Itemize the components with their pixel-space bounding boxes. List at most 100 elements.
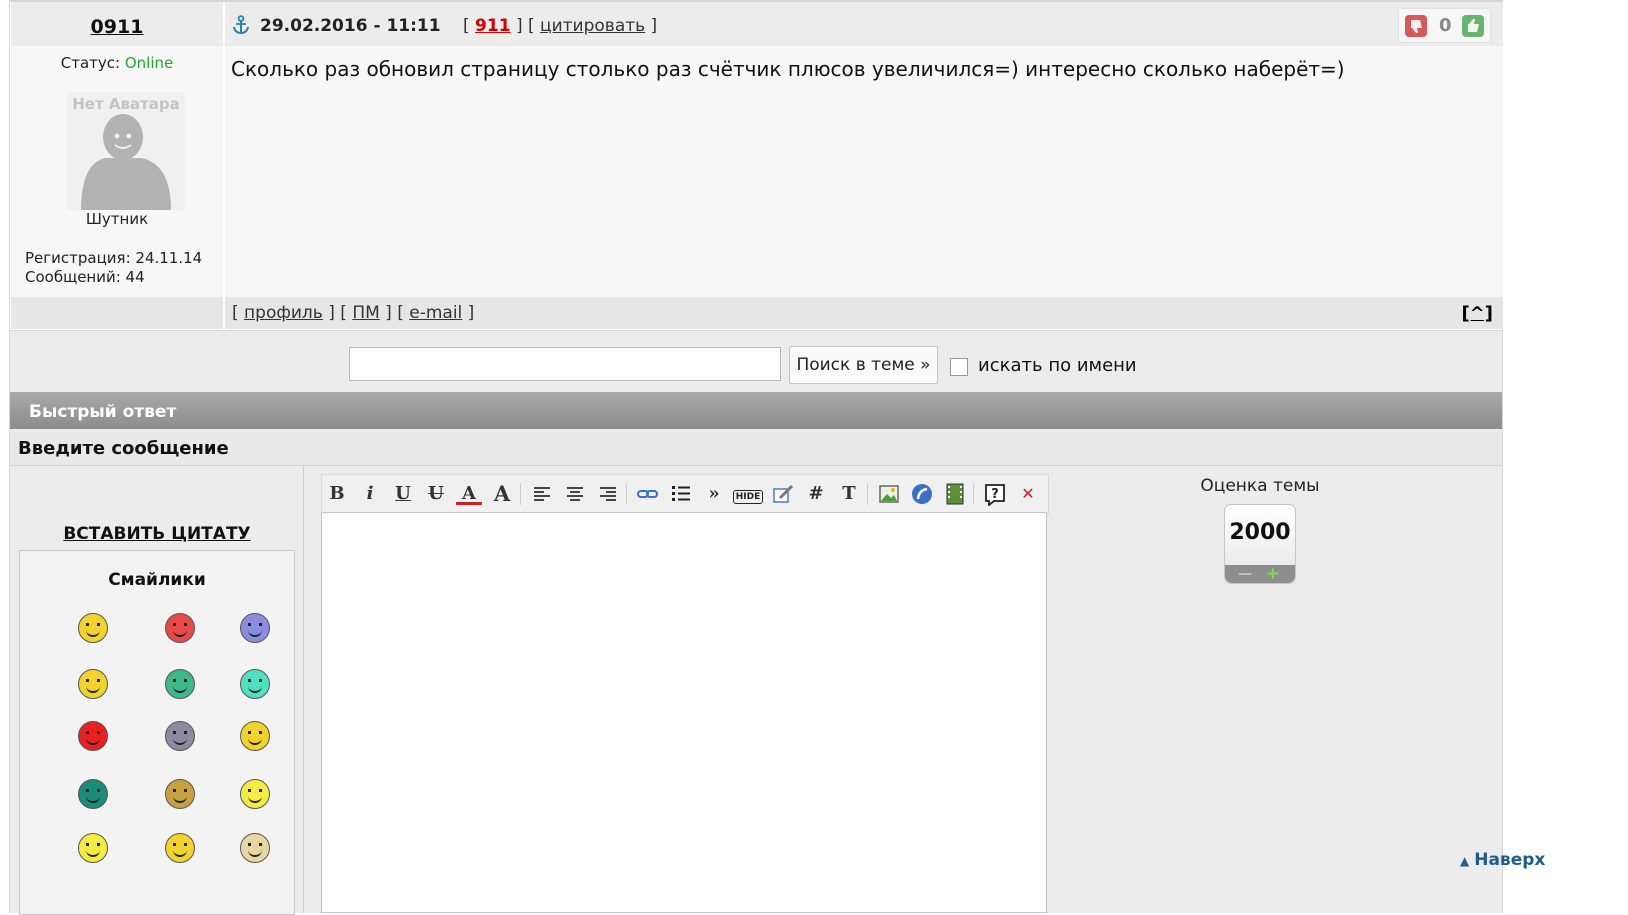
hide-icon[interactable]: HIDE [732,482,764,506]
align-left-icon[interactable] [529,482,555,506]
message-editor[interactable] [321,512,1047,913]
smiley-mouth [86,736,100,745]
editor-wrap: B i U U A A » HIDE # T ? ✕ [303,466,1054,913]
smiley-icon[interactable] [165,721,195,751]
smiley-icon[interactable] [165,669,195,699]
post-author-link[interactable]: 0911 [91,16,144,38]
user-post-count: Сообщений: 44 [25,268,145,286]
smiley-icon[interactable] [78,669,108,699]
smiley-icon[interactable] [240,833,270,863]
list-icon[interactable] [668,482,694,506]
message-cell: Сколько раз обновил страницу столько раз… [224,46,1503,297]
smiley-mouth [173,736,187,745]
post-links: [ 911 ] [ цитировать ] [463,16,658,36]
post-number-link[interactable]: 911 [475,16,511,36]
hash-icon[interactable]: # [803,482,829,506]
smiley-mouth [173,794,187,803]
reply-area: ВСТАВИТЬ ЦИТАТУ Смайлики B i U U A A » H… [10,466,1502,915]
editor-toolbar: B i U U A A » HIDE # T ? ✕ [321,474,1049,514]
smiley-icon[interactable] [240,613,270,643]
rating-plus-button[interactable]: + [1266,564,1280,584]
topic-search: Поиск в теме » искать по имени [10,330,1502,393]
post-date: 29.02.2016 - 11:11 [260,16,441,36]
smiley-icon[interactable] [240,721,270,751]
user-info: Статус: Online Нет Аватара Шутник Регист… [11,46,223,297]
smiley-mouth [248,794,262,803]
smiley-eyes [173,789,187,792]
link-icon[interactable] [635,482,661,506]
smiley-icon[interactable] [165,779,195,809]
bold-icon[interactable]: B [324,482,350,506]
image-icon[interactable] [876,482,902,506]
clear-icon[interactable]: ✕ [1015,482,1041,506]
font-color-icon[interactable]: A [456,482,482,505]
post-header: 0911 29.02.2016 - 11:11 [ 911 ] [ цитиро… [10,0,1503,48]
scroll-top-button[interactable]: [^] [1461,303,1493,324]
flash-icon[interactable] [909,482,935,506]
smiley-icon[interactable] [165,613,195,643]
toolbar-separator [973,483,974,505]
align-center-icon[interactable] [562,482,588,506]
smiley-mouth [86,684,100,693]
smiley-icon[interactable] [78,613,108,643]
smiley-icon[interactable] [240,779,270,809]
underline-icon[interactable]: U [390,482,416,506]
toolbar-separator [520,483,521,505]
video-icon[interactable] [942,482,968,506]
rating-minus-button[interactable]: — [1238,566,1252,582]
back-to-top-link[interactable]: ▲ Наверх [1460,850,1545,870]
topic-rating-value: 2000 [1229,520,1291,545]
align-right-icon[interactable] [595,482,621,506]
pm-link[interactable]: ПМ [352,303,379,323]
smiley-eyes [173,843,187,846]
smiley-mouth [86,848,100,857]
smiley-mouth [173,848,187,857]
smiley-eyes [173,679,187,682]
smiley-icon[interactable] [78,779,108,809]
email-link[interactable]: e-mail [409,303,462,323]
text-icon[interactable]: T [836,482,862,506]
toolbar-separator [626,483,627,505]
profile-link[interactable]: профиль [244,303,323,323]
topic-rating-title: Оценка темы [1200,476,1320,496]
anchor-icon[interactable] [232,15,250,35]
search-by-name-checkbox[interactable] [950,358,968,376]
quote-link[interactable]: цитировать [540,16,645,36]
enter-message-header: Введите сообщение [10,429,1502,466]
avatar-placeholder-text: Нет Аватара [72,95,180,113]
post-body: Статус: Online Нет Аватара Шутник Регист… [10,46,1503,297]
smiley-mouth [86,628,100,637]
italic-icon[interactable]: i [357,482,383,506]
rating-count: 0 [1439,15,1452,36]
smiley-mouth [248,848,262,857]
search-in-topic-button[interactable]: Поиск в теме » [789,346,938,384]
strikethrough-icon[interactable]: U [423,482,449,506]
quick-reply-title: Быстрый ответ [29,402,177,422]
search-by-name-label: искать по имени [978,355,1137,376]
smiley-eyes [86,731,100,734]
user-rank: Шутник [85,210,149,228]
post-message: Сколько раз обновил страницу столько раз… [231,57,1345,81]
edit-icon[interactable] [770,482,796,506]
back-to-top-label: Наверх [1474,850,1546,870]
smiley-eyes [248,623,262,626]
smiley-eyes [86,843,100,846]
post-rating: 0 [1398,8,1491,43]
smiley-icon[interactable] [165,833,195,863]
smiley-icon[interactable] [78,833,108,863]
avatar[interactable]: Нет Аватара [67,92,185,210]
smiley-mouth [173,684,187,693]
smiley-icon[interactable] [240,669,270,699]
smiley-icon[interactable] [78,721,108,751]
help-icon[interactable]: ? [982,482,1008,506]
quote-icon[interactable]: » [701,482,727,506]
search-input[interactable] [349,347,781,381]
forum-container: 0911 29.02.2016 - 11:11 [ 911 ] [ цитиро… [9,0,1503,915]
thumbs-up-icon[interactable] [1462,15,1484,37]
thumbs-down-icon[interactable] [1405,15,1427,37]
topic-rating-box: 2000 — + [1224,504,1296,584]
smiley-eyes [248,731,262,734]
smiley-eyes [248,679,262,682]
font-size-icon[interactable]: A [489,482,515,506]
insert-quote-button[interactable]: ВСТАВИТЬ ЦИТАТУ [11,524,303,544]
